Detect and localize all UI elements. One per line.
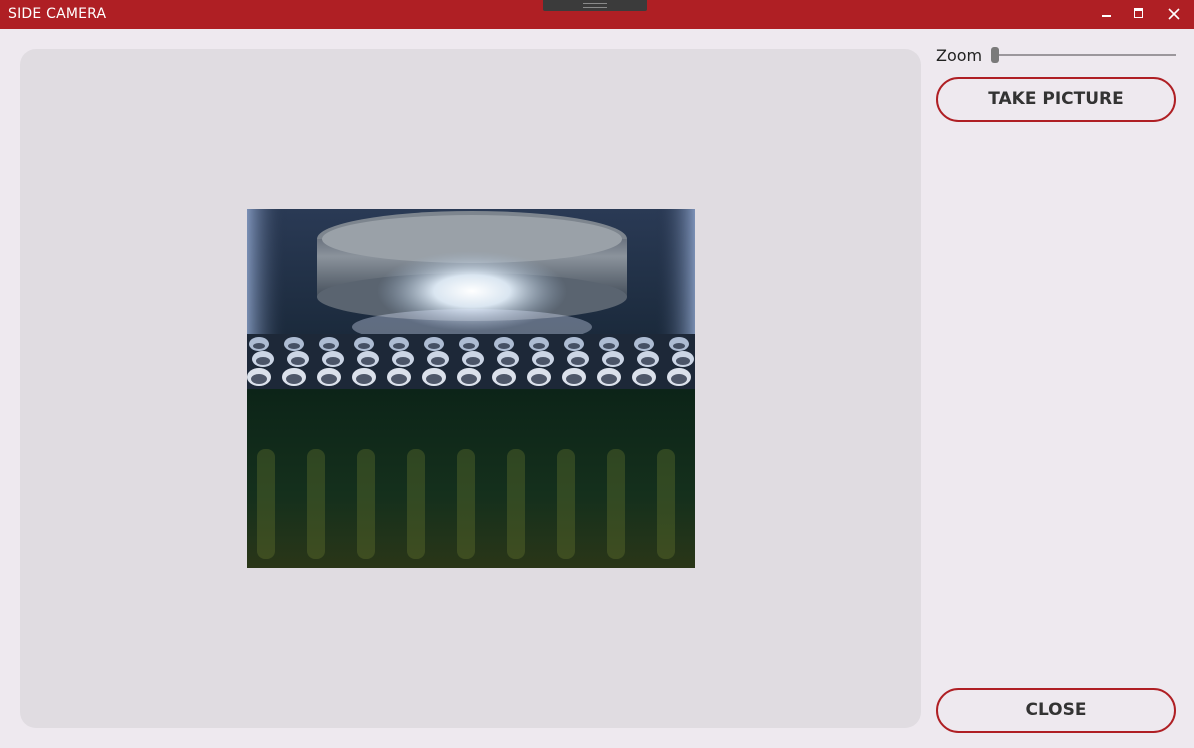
pin-shadow [463, 343, 475, 349]
zoom-label: Zoom [936, 46, 983, 65]
pin-shadow [461, 374, 477, 384]
pin-shadow [426, 374, 442, 384]
zoom-track [992, 54, 1176, 56]
pin-shadow [496, 374, 512, 384]
side-camera-window: SIDE CAMERA Zoom TAKE PICTURE CLOSE [0, 0, 1194, 748]
minimize-icon [1102, 15, 1111, 17]
close-icon [1168, 8, 1180, 20]
take-picture-button[interactable]: TAKE PICTURE [936, 77, 1176, 122]
pin-shadow [533, 343, 545, 349]
pin-shadow [466, 357, 480, 365]
pin-shadow [606, 357, 620, 365]
title-bar[interactable]: SIDE CAMERA [0, 0, 1194, 29]
pin-shadow [673, 343, 685, 349]
camera-feed-picture [247, 209, 695, 568]
pin-shadow [251, 374, 267, 384]
pin-shadow [641, 357, 655, 365]
maximize-button[interactable] [1124, 0, 1154, 29]
pin-shadow [568, 343, 580, 349]
minimize-button[interactable] [1092, 0, 1122, 29]
maximize-icon [1134, 8, 1143, 18]
pin-shadow [361, 357, 375, 365]
pin-shadow [531, 374, 547, 384]
pin-shadow [358, 343, 370, 349]
pin-shadow [566, 374, 582, 384]
pin-shadow [638, 343, 650, 349]
pin-shadow [636, 374, 652, 384]
drag-handle[interactable] [543, 0, 647, 11]
pin-shadow [431, 357, 445, 365]
pin-shadow [601, 374, 617, 384]
pin-shadow [676, 357, 690, 365]
pin-shadow [291, 357, 305, 365]
pin-shadow [498, 343, 510, 349]
zoom-thumb[interactable] [991, 47, 999, 63]
window-title: SIDE CAMERA [8, 6, 107, 22]
pin-shadow [256, 357, 270, 365]
pin-shadow [671, 374, 687, 384]
window-close-button[interactable] [1158, 0, 1188, 29]
camera-viewport [20, 49, 921, 728]
grip-icon [583, 3, 607, 8]
pin-shadow [396, 357, 410, 365]
pin-shadow [393, 343, 405, 349]
camera-feed-image [247, 209, 695, 568]
pin-shadow [571, 357, 585, 365]
pin-shadow [323, 343, 335, 349]
zoom-slider[interactable] [990, 45, 1176, 65]
pin-shadow [288, 343, 300, 349]
pin-shadow [253, 343, 265, 349]
pin-shadow [286, 374, 302, 384]
pin-shadow [391, 374, 407, 384]
pin-shadow [326, 357, 340, 365]
pin-shadow [501, 357, 515, 365]
close-button[interactable]: CLOSE [936, 688, 1176, 733]
pin-shadow [428, 343, 440, 349]
pin-shadow [356, 374, 372, 384]
pin-shadow [321, 374, 337, 384]
pin-shadow [536, 357, 550, 365]
pin-shadow [603, 343, 615, 349]
